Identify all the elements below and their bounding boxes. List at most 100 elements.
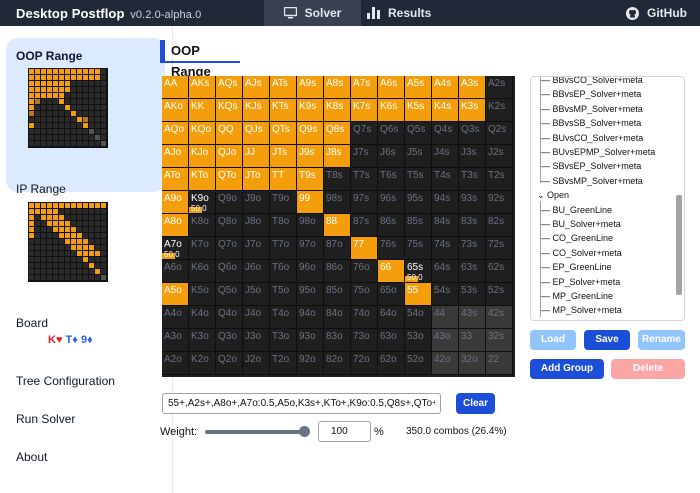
range-cell-A6o[interactable]: A6o <box>162 260 189 283</box>
tree-item[interactable]: — BUvsEPMP_Solver+meta <box>541 145 655 159</box>
range-cell-93s[interactable]: 93s <box>459 191 486 214</box>
oop-range-thumbnail[interactable] <box>28 68 108 148</box>
range-cell-A3s[interactable]: A3s <box>459 76 486 99</box>
range-cell-K2o[interactable]: K2o <box>189 352 216 375</box>
range-cell-J3s[interactable]: J3s <box>459 145 486 168</box>
range-cell-AKo[interactable]: AKo <box>162 99 189 122</box>
range-cell-43o[interactable]: 43o <box>432 329 459 352</box>
range-cell-87s[interactable]: 87s <box>351 214 378 237</box>
range-cell-Q6s[interactable]: Q6s <box>378 122 405 145</box>
range-cell-J5o[interactable]: J5o <box>243 283 270 306</box>
tree-item[interactable]: — CO_GreenLine <box>541 231 613 245</box>
range-cell-A5s[interactable]: A5s <box>405 76 432 99</box>
range-cell-J2o[interactable]: J2o <box>243 352 270 375</box>
tree-item[interactable]: — EP_GreenLine <box>541 260 612 274</box>
range-cell-AJs[interactable]: AJs <box>243 76 270 99</box>
delete-button[interactable]: Delete <box>611 359 685 379</box>
range-cell-J6s[interactable]: J6s <box>378 145 405 168</box>
range-cell-KQo[interactable]: KQo <box>189 122 216 145</box>
range-cell-A6s[interactable]: A6s <box>378 76 405 99</box>
range-cell-T9s[interactable]: T9s <box>297 168 324 191</box>
range-cell-K2s[interactable]: K2s <box>486 99 513 122</box>
range-grid[interactable]: AA AKs AQs AJs ATs A9s A8s A7s A6s A5s A4s A3s A2s AK… <box>162 76 515 377</box>
range-cell-85o[interactable]: 85o <box>324 283 351 306</box>
range-cell-KTs[interactable]: KTs <box>270 99 297 122</box>
range-cell-76o[interactable]: 76o <box>351 260 378 283</box>
range-cell-A4o[interactable]: A4o <box>162 306 189 329</box>
range-cell-86o[interactable]: 86o <box>324 260 351 283</box>
tree-item[interactable]: — BU_GreenLine <box>541 203 612 217</box>
tree-item[interactable]: — MP_Solver+meta <box>541 303 622 317</box>
range-cell-74s[interactable]: 74s <box>432 237 459 260</box>
range-cell-QJo[interactable]: QJo <box>216 145 243 168</box>
range-cell-33[interactable]: 33 <box>459 329 486 352</box>
ip-range-thumbnail[interactable] <box>28 202 108 282</box>
range-tree[interactable]: — BBvsCO_Solver+meta — BBvsEP_Solver+meta… <box>530 76 685 321</box>
range-cell-K5s[interactable]: K5s <box>405 99 432 122</box>
range-cell-ATs[interactable]: ATs <box>270 76 297 99</box>
range-cell-K6s[interactable]: K6s <box>378 99 405 122</box>
range-cell-T7o[interactable]: T7o <box>270 237 297 260</box>
save-button[interactable]: Save <box>584 330 630 350</box>
tree-scrollbar[interactable] <box>676 83 682 319</box>
range-cell-86s[interactable]: 86s <box>378 214 405 237</box>
range-cell-T6s[interactable]: T6s <box>378 168 405 191</box>
range-cell-QTo[interactable]: QTo <box>216 168 243 191</box>
range-cell-94s[interactable]: 94s <box>432 191 459 214</box>
range-cell-96s[interactable]: 96s <box>378 191 405 214</box>
range-cell-J9o[interactable]: J9o <box>243 191 270 214</box>
range-cell-K6o[interactable]: K6o <box>189 260 216 283</box>
range-cell-AQo[interactable]: AQo <box>162 122 189 145</box>
range-cell-73s[interactable]: 73s <box>459 237 486 260</box>
range-cell-65o[interactable]: 65o <box>378 283 405 306</box>
range-cell-K9s[interactable]: K9s <box>297 99 324 122</box>
range-text-input[interactable] <box>162 393 441 414</box>
tree-item[interactable]: — BBvsCO_Solver+meta <box>541 77 643 87</box>
add-group-button[interactable]: Add Group <box>530 359 604 379</box>
range-cell-94o[interactable]: 94o <box>297 306 324 329</box>
range-cell-54o[interactable]: 54o <box>405 306 432 329</box>
range-cell-T7s[interactable]: T7s <box>351 168 378 191</box>
range-cell-Q5s[interactable]: Q5s <box>405 122 432 145</box>
nav-github-link[interactable]: GitHub <box>626 0 696 26</box>
nav-solver-tab[interactable]: Solver <box>264 0 361 26</box>
range-cell-95o[interactable]: 95o <box>297 283 324 306</box>
range-cell-T3s[interactable]: T3s <box>459 168 486 191</box>
range-cell-87o[interactable]: 87o <box>324 237 351 260</box>
range-cell-Q9o[interactable]: Q9o <box>216 191 243 214</box>
range-cell-AKs[interactable]: AKs <box>189 76 216 99</box>
tree-item[interactable]: — BBvsSB_Solver+meta <box>541 116 641 130</box>
range-cell-J3o[interactable]: J3o <box>243 329 270 352</box>
range-cell-85s[interactable]: 85s <box>405 214 432 237</box>
range-cell-KQs[interactable]: KQs <box>216 99 243 122</box>
range-cell-J2s[interactable]: J2s <box>486 145 513 168</box>
range-cell-T5s[interactable]: T5s <box>405 168 432 191</box>
tree-item[interactable]: — BU_Solver+meta <box>541 217 621 231</box>
sidebar-item-board[interactable]: Board <box>16 316 48 330</box>
range-cell-Q9s[interactable]: Q9s <box>297 122 324 145</box>
range-cell-A8o[interactable]: A8o <box>162 214 189 237</box>
range-cell-KK[interactable]: KK <box>189 99 216 122</box>
range-cell-Q2o[interactable]: Q2o <box>216 352 243 375</box>
range-cell-99[interactable]: 99 <box>297 191 324 214</box>
tree-item[interactable]: — SBvsMP_Solver+meta <box>541 174 643 188</box>
range-cell-44[interactable]: 44 <box>432 306 459 329</box>
range-cell-75o[interactable]: 75o <box>351 283 378 306</box>
range-cell-QQ[interactable]: QQ <box>216 122 243 145</box>
range-cell-K4o[interactable]: K4o <box>189 306 216 329</box>
range-cell-32s[interactable]: 32s <box>486 329 513 352</box>
range-cell-J6o[interactable]: J6o <box>243 260 270 283</box>
range-cell-Q3s[interactable]: Q3s <box>459 122 486 145</box>
range-cell-T4s[interactable]: T4s <box>432 168 459 191</box>
tree-item[interactable]: — CO_Solver+meta <box>541 246 622 260</box>
sidebar-item-run-solver[interactable]: Run Solver <box>16 412 75 426</box>
range-cell-A9s[interactable]: A9s <box>297 76 324 99</box>
range-cell-62o[interactable]: 62o <box>378 352 405 375</box>
range-cell-T2o[interactable]: T2o <box>270 352 297 375</box>
range-cell-J5s[interactable]: J5s <box>405 145 432 168</box>
range-cell-QJs[interactable]: QJs <box>243 122 270 145</box>
range-cell-84s[interactable]: 84s <box>432 214 459 237</box>
range-cell-53s[interactable]: 53s <box>459 283 486 306</box>
rename-button[interactable]: Rename <box>638 330 685 350</box>
range-cell-JTo[interactable]: JTo <box>243 168 270 191</box>
